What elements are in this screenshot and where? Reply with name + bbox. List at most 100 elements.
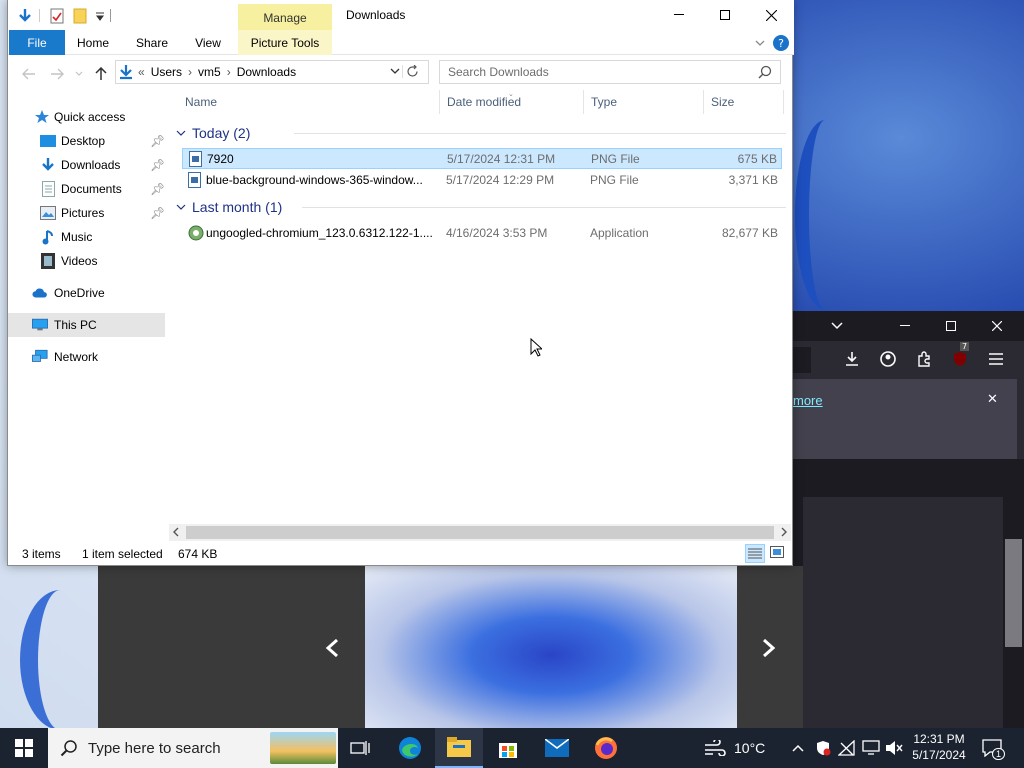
volume-muted-icon[interactable] [885,728,903,768]
qat-dropdown-icon[interactable] [91,7,109,25]
properties-icon[interactable] [48,7,66,25]
group-header-last-month[interactable]: Last month (1) [174,196,786,218]
weather-temperature: 10°C [734,740,766,756]
details-view-icon[interactable] [745,544,765,563]
help-icon[interactable]: ? [772,30,790,55]
column-type[interactable]: Type [584,90,704,114]
extensions-icon[interactable] [912,347,936,371]
column-size[interactable]: Size [704,90,784,114]
ribbon-expand-icon[interactable] [752,30,768,55]
videos-icon [40,253,56,269]
browser-scrollbar[interactable] [1003,469,1024,728]
nav-onedrive[interactable]: OneDrive [8,281,165,305]
file-date: 5/17/2024 12:29 PM [446,173,555,187]
navigation-bar: « Users › vm5 › Downloads Search Downloa… [8,57,794,89]
file-row[interactable]: blue-background-windows-365-window... 5/… [182,170,782,191]
url-bar[interactable] [793,347,811,373]
minimize-button[interactable] [895,317,915,335]
address-dropdown-icon[interactable] [390,68,400,74]
close-notice-icon[interactable]: ✕ [987,392,998,407]
back-arrow-icon[interactable] [20,65,38,83]
file-row[interactable]: ungoogled-chromium_123.0.6312.122-1.... … [182,223,782,244]
file-row[interactable]: 7920 5/17/2024 12:31 PM PNG File 675 KB [182,148,782,169]
nav-music[interactable]: Music [8,225,165,249]
microsoft-store-icon[interactable] [484,728,532,768]
next-image-button[interactable] [737,618,801,678]
display-icon[interactable] [862,728,880,768]
column-name[interactable]: Name [178,90,440,114]
firefox-icon[interactable] [582,728,630,768]
file-explorer-taskbar-icon[interactable] [435,728,483,768]
status-bar: 3 items 1 item selected 674 KB [8,542,794,566]
group-header-today[interactable]: Today (2) [174,122,786,144]
system-clock[interactable]: 12:31 PM 5/17/2024 [904,731,974,763]
previous-image-button[interactable] [300,618,364,678]
breadcrumb-vm5[interactable]: vm5 [198,65,221,79]
recent-locations-icon[interactable] [70,65,88,83]
breadcrumb-downloads[interactable]: Downloads [237,65,296,79]
collapse-chevron-icon[interactable] [176,130,186,136]
horizontal-scrollbar[interactable] [169,524,791,541]
tab-file[interactable]: File [9,30,65,55]
collapse-chevron-icon[interactable] [176,204,186,210]
close-button[interactable] [987,317,1007,335]
show-hidden-icons-button[interactable] [792,728,804,768]
notification-center-icon[interactable]: 1 [982,728,1006,768]
nav-documents[interactable]: Documents 📌︎ [8,177,165,201]
chevron-down-icon[interactable] [827,317,847,335]
tab-home[interactable]: Home [70,30,116,55]
download-arrow-icon[interactable] [16,7,34,25]
png-file-icon [188,172,202,188]
nav-pictures[interactable]: Pictures 📌︎ [8,201,165,225]
nav-downloads[interactable]: Downloads 📌︎ [8,153,165,177]
breadcrumb-overflow[interactable]: « [138,65,145,79]
learn-more-link[interactable]: more [793,393,823,408]
new-folder-icon[interactable] [71,7,89,25]
tab-strip [793,459,1024,469]
large-icons-view-icon[interactable] [770,546,784,558]
content-panel [803,497,1003,728]
scrollbar-thumb[interactable] [1005,539,1022,647]
ublock-icon[interactable]: 7 [948,342,972,371]
up-arrow-icon[interactable] [92,65,110,83]
refresh-icon[interactable] [402,65,419,78]
nav-videos[interactable]: Videos [8,249,165,273]
downloads-folder-icon [118,64,134,80]
minimize-button[interactable] [656,0,702,30]
close-button[interactable] [748,0,794,30]
forward-arrow-icon[interactable] [48,65,66,83]
tab-share[interactable]: Share [128,30,176,55]
maximize-button[interactable] [941,317,961,335]
nav-this-pc[interactable]: This PC [8,313,165,337]
nav-desktop[interactable]: Desktop 📌︎ [8,129,165,153]
start-button[interactable] [0,728,48,768]
star-icon [34,109,50,125]
task-view-icon[interactable] [336,728,384,768]
network-off-icon[interactable] [838,728,856,768]
taskbar-search-box[interactable]: Type here to search [48,728,338,768]
tab-picture-tools[interactable]: Picture Tools [238,30,332,55]
tab-view[interactable]: View [186,30,230,55]
menu-icon[interactable] [984,347,1008,371]
scroll-right-icon[interactable] [781,527,787,537]
scroll-left-icon[interactable] [173,527,179,537]
mail-icon[interactable] [533,728,581,768]
nav-quick-access[interactable]: Quick access [8,105,165,129]
breadcrumb-users[interactable]: Users [151,65,182,79]
address-bar[interactable]: « Users › vm5 › Downloads [115,60,429,84]
file-type: PNG File [590,173,639,187]
account-icon[interactable] [876,347,900,371]
download-icon[interactable] [840,347,864,371]
security-icon[interactable] [815,728,831,768]
edge-icon[interactable] [386,728,434,768]
browser-titlebar [793,311,1024,341]
maximize-button[interactable] [702,0,748,30]
manage-tab[interactable]: Manage [238,4,332,31]
search-input[interactable]: Search Downloads [439,60,781,84]
file-type: Application [590,226,649,240]
nav-network[interactable]: Network [8,345,165,369]
weather-widget[interactable]: 10°C [704,728,765,768]
window-title: Downloads [346,8,406,22]
search-highlight-icon [270,732,336,764]
scrollbar-thumb[interactable] [186,526,774,539]
